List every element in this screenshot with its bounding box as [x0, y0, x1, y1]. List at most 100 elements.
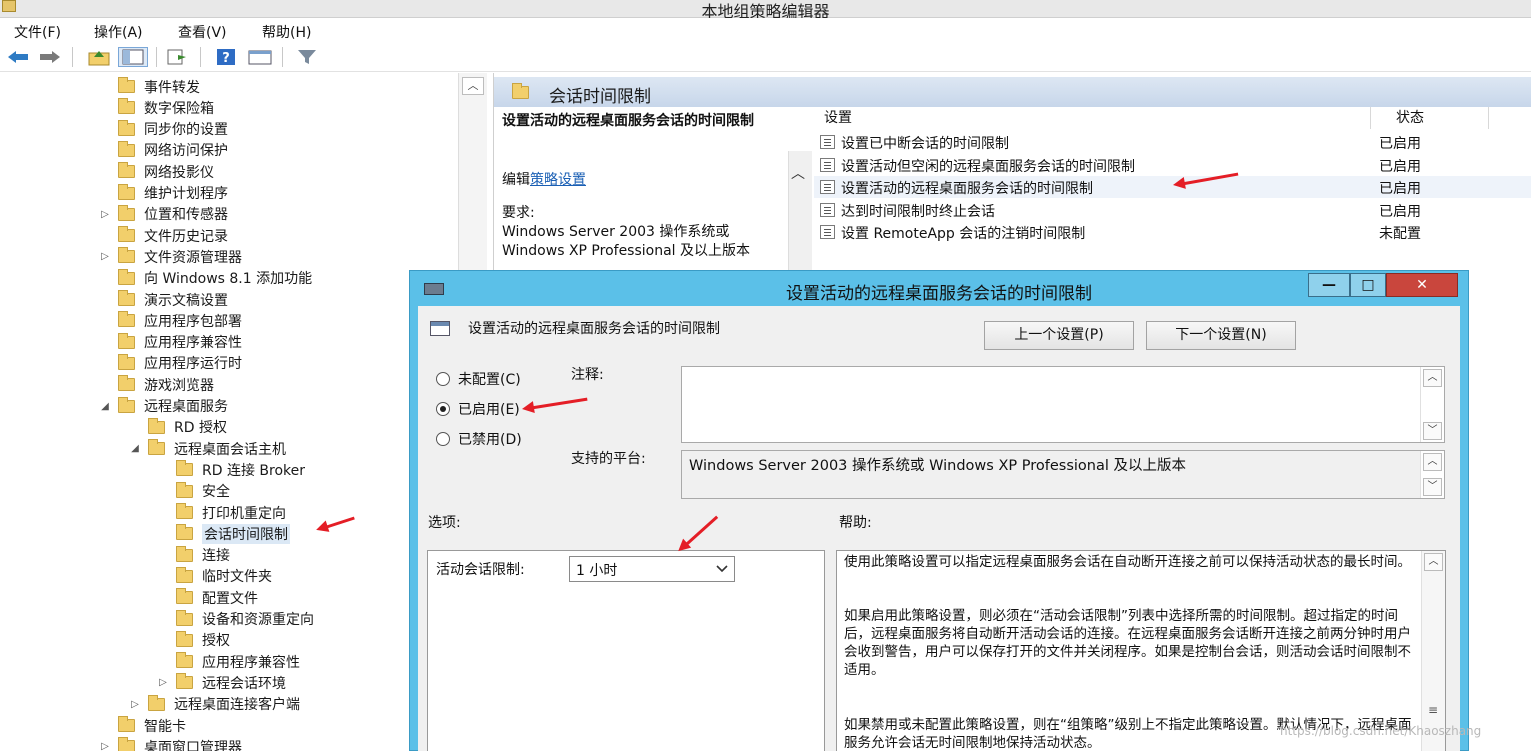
tree-item[interactable]: 文件历史记录 [98, 225, 228, 246]
forward-icon[interactable] [36, 47, 64, 67]
tree-item[interactable]: ▷ 位置和传感器 [98, 204, 228, 225]
tree-item[interactable]: ▷ 远程桌面连接客户端 [128, 694, 300, 715]
help-icon[interactable]: ? [214, 47, 238, 67]
chevron-down-icon[interactable]: ﹀ [1423, 422, 1442, 440]
tree-item[interactable]: 同步你的设置 [98, 119, 228, 140]
col-header-setting[interactable]: 设置 [824, 107, 852, 129]
minimize-button[interactable]: — [1308, 273, 1350, 297]
tree-item-label: 安全 [202, 484, 230, 501]
tree-item[interactable]: ◢ 远程桌面会话主机 [128, 438, 286, 459]
scroll-up-button[interactable]: ︿ [462, 77, 484, 95]
folder-icon [118, 353, 135, 370]
policy-name: 达到时间限制时终止会话 [841, 203, 995, 220]
tree-item[interactable]: 应用程序兼容性 [98, 332, 242, 353]
tree-item[interactable]: ▷ 桌面窗口管理器 [98, 736, 242, 751]
chevron-up-icon[interactable]: ︿ [791, 163, 805, 183]
policy-row[interactable]: 设置已中断会话的时间限制 已启用 [814, 131, 1531, 153]
chevron-down-icon[interactable]: ﹀ [1423, 478, 1442, 496]
expand-toggle-icon[interactable]: ▷ [98, 251, 112, 262]
tree-item[interactable]: 游戏浏览器 [98, 374, 214, 395]
expand-toggle-icon[interactable]: ▷ [128, 699, 142, 710]
expand-toggle-icon[interactable]: ▷ [98, 209, 112, 220]
tree-item-label: 数字保险箱 [144, 100, 214, 117]
title-bar: 本地组策略编辑器 [0, 0, 1531, 21]
tree-item[interactable]: 应用程序兼容性 [156, 651, 300, 672]
tree-item[interactable]: 授权 [156, 630, 230, 651]
expand-toggle-icon[interactable]: ◢ [128, 443, 142, 454]
req-label: 要求: [502, 205, 535, 221]
prev-setting-button[interactable]: 上一个设置(P) [984, 321, 1134, 350]
close-button[interactable]: ✕ [1386, 273, 1458, 297]
tree-item[interactable]: 打印机重定向 [156, 502, 286, 523]
tree-item[interactable]: 配置文件 [156, 587, 258, 608]
radio-not-configured[interactable]: 未配置(C) [436, 369, 521, 389]
policy-row[interactable]: 达到时间限制时终止会话 已启用 [814, 199, 1531, 221]
expand-toggle-icon[interactable]: ◢ [98, 401, 112, 412]
tree-item[interactable]: 安全 [156, 481, 230, 502]
policy-row[interactable]: 设置 RemoteApp 会话的注销时间限制 未配置 [814, 221, 1531, 243]
tree-item[interactable]: 智能卡 [98, 715, 186, 736]
comment-scrollbar[interactable]: ︿ ﹀ [1420, 367, 1444, 442]
tree-item-label: 网络投影仪 [144, 164, 214, 181]
menu-file[interactable]: 文件(F) [14, 22, 61, 42]
back-icon[interactable] [4, 47, 32, 67]
options-panel: 活动会话限制: 1 小时 [427, 550, 825, 751]
tree-item-label: 智能卡 [144, 718, 186, 735]
radio-enabled[interactable]: 已启用(E) [436, 399, 520, 419]
tree-item[interactable]: ◢ 远程桌面服务 [98, 396, 228, 417]
radio-circle[interactable] [436, 372, 450, 386]
tree-item[interactable]: ▷ 远程会话环境 [156, 672, 286, 693]
tree-item[interactable]: RD 授权 [128, 417, 227, 438]
export-list-icon[interactable] [164, 47, 190, 67]
scroll-grip-icon[interactable]: ≡ [1428, 703, 1438, 717]
edit-policy-link[interactable]: 策略设置 [530, 172, 586, 188]
tree-item[interactable]: 网络访问保护 [98, 140, 228, 161]
expand-toggle-icon[interactable]: ▷ [156, 677, 170, 688]
policy-name: 设置已中断会话的时间限制 [841, 136, 1009, 152]
radio-circle-checked[interactable] [436, 402, 450, 416]
tree-item[interactable]: RD 连接 Broker [156, 459, 305, 480]
properties-icon[interactable] [246, 47, 274, 67]
active-session-limit-select[interactable]: 1 小时 [569, 556, 735, 582]
chevron-up-icon[interactable]: ︿ [1424, 553, 1443, 571]
chevron-up-icon[interactable]: ︿ [1423, 369, 1442, 387]
platform-scrollbar[interactable]: ︿ ﹀ [1420, 451, 1444, 498]
comment-textarea[interactable]: ︿ ﹀ [681, 366, 1445, 443]
col-header-state[interactable]: 状态 [1396, 107, 1424, 129]
help-panel: 使用此策略设置可以指定远程桌面服务会话在自动断开连接之前可以保持活动状态的最长时… [836, 550, 1446, 751]
tree-item[interactable]: 向 Windows 8.1 添加功能 [98, 268, 312, 289]
chevron-up-icon[interactable]: ︿ [1423, 453, 1442, 471]
tree-item[interactable]: ▷ 文件资源管理器 [98, 246, 242, 267]
next-setting-button[interactable]: 下一个设置(N) [1146, 321, 1296, 350]
tree-item[interactable]: 临时文件夹 [156, 566, 272, 587]
tree-item[interactable]: 会话时间限制 [156, 523, 290, 544]
menu-help[interactable]: 帮助(H) [262, 22, 311, 42]
tree-item[interactable]: 网络投影仪 [98, 161, 214, 182]
tree-item[interactable]: 维护计划程序 [98, 183, 228, 204]
folder-icon [118, 396, 135, 413]
tree-item-label: RD 授权 [174, 420, 227, 437]
tree-item[interactable]: 连接 [156, 545, 230, 566]
menu-action[interactable]: 操作(A) [94, 22, 143, 42]
policy-row[interactable]: 设置活动但空闲的远程桌面服务会话的时间限制 已启用 [814, 154, 1531, 176]
tree-item[interactable]: 演示文稿设置 [98, 289, 228, 310]
up-folder-icon[interactable] [86, 47, 112, 67]
radio-circle[interactable] [436, 432, 450, 446]
tree-item[interactable]: 数字保险箱 [98, 97, 214, 118]
tree-item[interactable]: 应用程序运行时 [98, 353, 242, 374]
annotation-arrow [527, 397, 588, 410]
tree-item-label: 授权 [202, 633, 230, 650]
radio-disabled[interactable]: 已禁用(D) [436, 429, 522, 449]
tree-item[interactable]: 事件转发 [98, 76, 200, 97]
maximize-button[interactable]: □ [1350, 273, 1386, 297]
folder-icon [176, 609, 193, 626]
help-scrollbar[interactable]: ︿ ≡ [1421, 551, 1445, 751]
tree-item[interactable]: 应用程序包部署 [98, 310, 242, 331]
filter-icon[interactable] [294, 47, 320, 67]
expand-toggle-icon[interactable]: ▷ [98, 741, 112, 751]
tree-item[interactable]: 设备和资源重定向 [156, 609, 314, 630]
annotation-arrow [681, 515, 719, 549]
folder-icon [176, 481, 193, 498]
show-hide-tree-icon[interactable] [118, 47, 148, 67]
menu-view[interactable]: 查看(V) [178, 22, 227, 42]
